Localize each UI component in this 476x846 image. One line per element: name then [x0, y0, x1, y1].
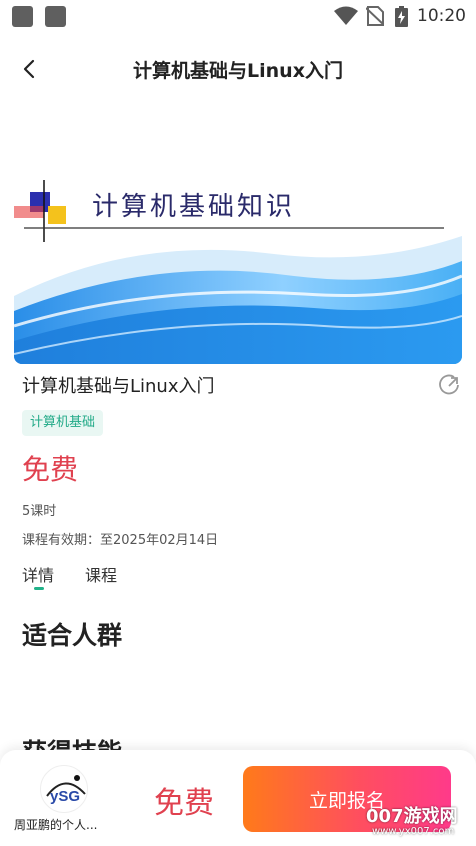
author-name[interactable]: 周亚鹏的个人... — [14, 816, 114, 833]
tab-lessons[interactable]: 课程 — [85, 562, 117, 586]
banner-title: 计算机基础知识 — [92, 192, 296, 222]
share-icon — [439, 374, 459, 395]
battery-charging-icon — [395, 6, 408, 27]
tab-details[interactable]: 详情 — [22, 562, 54, 586]
validity-period: 课程有效期：至2025年02月14日 — [22, 533, 219, 548]
clock: 10:20 — [417, 6, 466, 26]
share-button[interactable] — [438, 374, 460, 396]
watermark-brand: 007游戏网 — [366, 806, 458, 827]
watermark-url: www.yx007.com — [372, 826, 455, 837]
wifi-icon — [334, 6, 358, 25]
page-title: 计算机基础与Linux入门 — [133, 60, 343, 82]
notification-icon — [45, 6, 66, 27]
notification-icon — [12, 6, 33, 27]
lesson-count: 5课时 — [22, 504, 57, 519]
no-sim-icon — [366, 6, 384, 26]
active-tab-indicator — [34, 587, 44, 590]
author-avatar[interactable]: ySG — [40, 765, 88, 813]
audience-heading: 适合人群 — [22, 621, 123, 650]
bottom-price: 免费 — [154, 786, 214, 821]
category-tag: 计算机基础 — [22, 410, 104, 436]
status-bar: 10:20 — [0, 0, 476, 32]
header: 计算机基础与Linux入门 — [0, 46, 476, 92]
course-name: 计算机基础与Linux入门 — [22, 376, 215, 397]
course-banner: 计算机基础知识 — [14, 176, 462, 364]
course-price: 免费 — [22, 453, 79, 486]
svg-text:ySG: ySG — [50, 788, 80, 805]
author-logo: ySG — [46, 775, 86, 805]
